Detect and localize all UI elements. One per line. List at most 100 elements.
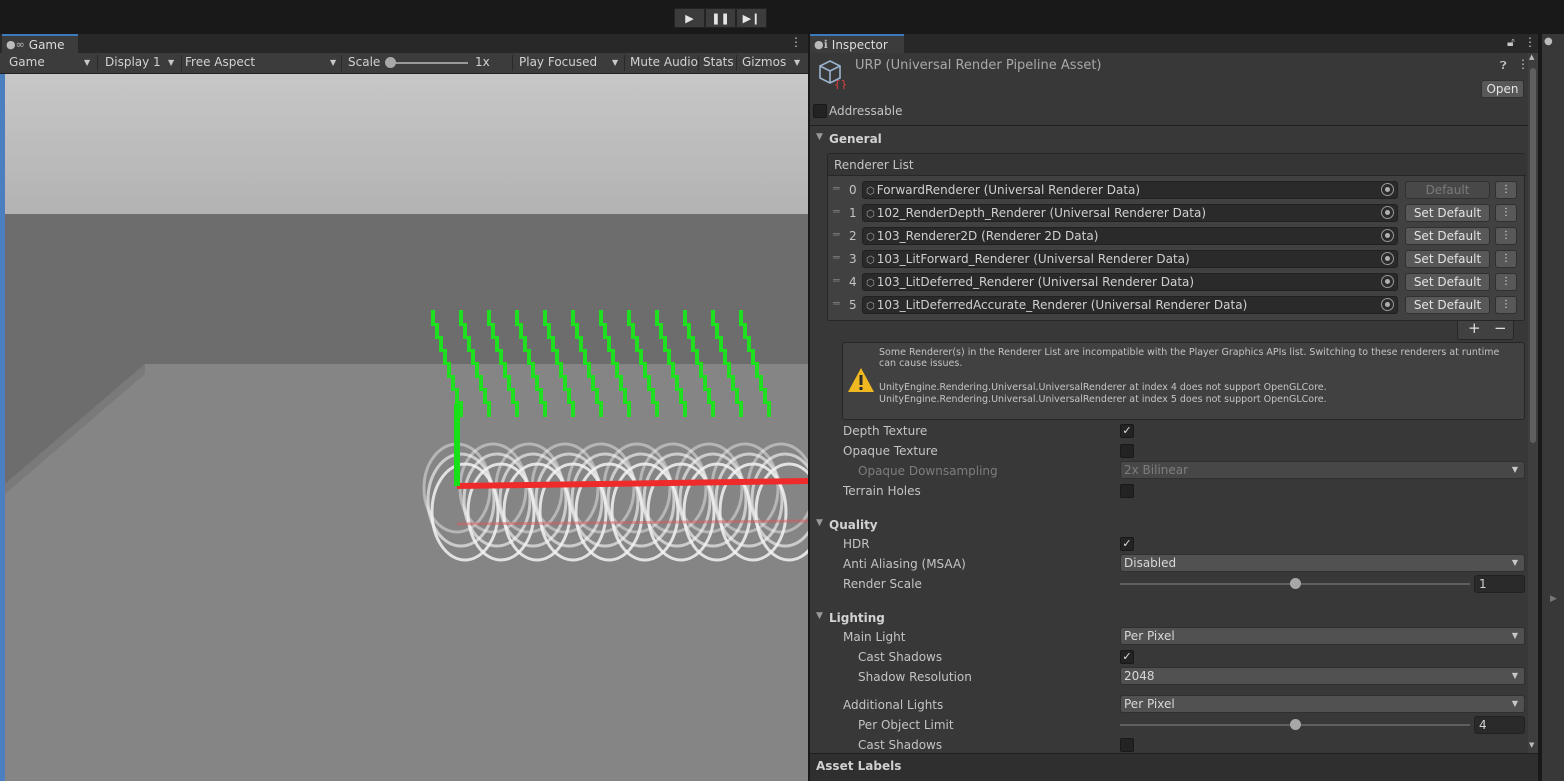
renderer-object-field[interactable]: ⬡ 103_LitDeferred_Renderer (Universal Ren… <box>862 273 1398 291</box>
renderer-object-field[interactable]: ⬡ 102_RenderDepth_Renderer (Universal Ren… <box>862 204 1398 222</box>
display-dropdown[interactable]: Display 1 ▼ <box>105 53 181 73</box>
renderer-menu-icon[interactable]: ⋮ <box>1495 273 1517 291</box>
renderer-data-icon: ⬡ <box>866 255 875 266</box>
renderer-data-icon: ⬡ <box>866 301 875 312</box>
lock-icon[interactable]: 🔓︎ <box>1507 35 1515 50</box>
set-default-button[interactable]: Set Default <box>1405 296 1490 314</box>
gizmos-toggle[interactable]: Gizmos <box>742 53 786 73</box>
main-light-dropdown[interactable]: Per Pixel ▼ <box>1120 627 1525 645</box>
scale-slider-knob[interactable] <box>385 57 396 68</box>
renderer-menu-icon[interactable]: ⋮ <box>1495 250 1517 268</box>
drag-handle-icon[interactable]: ═ <box>833 228 840 241</box>
drag-handle-icon[interactable]: ═ <box>833 297 840 310</box>
help-icon[interactable]: ❓︎ <box>1500 59 1507 73</box>
per-object-limit-field[interactable]: 4 <box>1474 716 1525 734</box>
main-cast-shadows-checkbox[interactable]: ✓ <box>1120 650 1134 664</box>
remove-renderer-button[interactable]: − <box>1494 319 1507 337</box>
addressable-checkbox[interactable] <box>813 104 827 118</box>
set-default-button[interactable]: Set Default <box>1405 227 1490 245</box>
add-renderer-button[interactable]: + <box>1468 319 1481 337</box>
hdr-checkbox[interactable]: ✓ <box>1120 537 1134 551</box>
object-picker-icon[interactable] <box>1381 229 1394 242</box>
scale-slider[interactable] <box>385 57 470 69</box>
shadow-resolution-dropdown[interactable]: 2048 ▼ <box>1120 667 1525 685</box>
set-default-button[interactable]: Set Default <box>1405 250 1490 268</box>
renderer-data-icon: ⬡ <box>866 232 875 243</box>
opaque-texture-label: Opaque Texture <box>843 444 938 458</box>
renderer-menu-icon[interactable]: ⋮ <box>1495 227 1517 245</box>
open-button[interactable]: Open <box>1481 80 1524 98</box>
info-icon: ●ℹ <box>814 38 828 51</box>
scene-render <box>5 74 808 781</box>
section-general[interactable]: ▼ General <box>810 129 1528 151</box>
depth-texture-checkbox[interactable]: ✓ <box>1120 424 1134 438</box>
tab-game[interactable]: ●∞ Game <box>2 34 78 53</box>
warning-line: UnityEngine.Rendering.Universal.Universa… <box>879 382 1327 393</box>
play-icon: ▶ <box>685 11 694 25</box>
drag-handle-icon[interactable]: ═ <box>833 274 840 287</box>
renderer-object-field[interactable]: ⬡ ForwardRenderer (Universal Renderer Dat… <box>862 181 1398 199</box>
stats-toggle[interactable]: Stats <box>703 53 734 73</box>
renderer-object-field[interactable]: ⬡ 103_LitDeferredAccurate_Renderer (Unive… <box>862 296 1398 314</box>
render-scale-slider[interactable] <box>1120 577 1470 591</box>
step-button[interactable]: ▶❙ <box>736 8 767 28</box>
renderer-object-field[interactable]: ⬡ 103_LitForward_Renderer (Universal Rend… <box>862 250 1398 268</box>
set-default-button[interactable]: Set Default <box>1405 204 1490 222</box>
object-picker-icon[interactable] <box>1381 298 1394 311</box>
scroll-down-icon[interactable]: ▼ <box>1529 741 1534 749</box>
render-scale-field[interactable]: 1 <box>1474 575 1525 593</box>
scroll-up-icon[interactable]: ▲ <box>1529 53 1534 61</box>
renderer-name: 103_LitForward_Renderer (Universal Rende… <box>876 252 1190 266</box>
opaque-downsampling-label: Opaque Downsampling <box>858 464 998 478</box>
renderer-menu-icon[interactable]: ⋮ <box>1495 181 1517 199</box>
renderer-row: ═ 5 ⬡ 103_LitDeferredAccurate_Renderer (Uni… <box>828 294 1526 317</box>
main-cast-shadows-label: Cast Shadows <box>858 650 943 664</box>
opaque-texture-checkbox[interactable] <box>1120 444 1134 458</box>
object-picker-icon[interactable] <box>1381 252 1394 265</box>
drag-handle-icon[interactable]: ═ <box>833 205 840 218</box>
renderer-name: ForwardRenderer (Universal Renderer Data… <box>876 183 1141 197</box>
additional-lights-dropdown[interactable]: Per Pixel ▼ <box>1120 695 1525 713</box>
gizmos-menu-icon[interactable]: ▼ <box>794 53 800 73</box>
play-button[interactable]: ▶ <box>674 8 705 28</box>
object-picker-icon[interactable] <box>1381 183 1394 196</box>
terrain-holes-checkbox[interactable] <box>1120 484 1134 498</box>
step-icon: ▶❙ <box>742 11 761 25</box>
side-panel-collapsed[interactable]: ● ▶ <box>1540 34 1564 781</box>
per-object-limit-slider-knob[interactable] <box>1290 719 1301 730</box>
scrollbar-thumb[interactable] <box>1530 68 1536 443</box>
game-viewport[interactable] <box>5 74 808 781</box>
renderer-menu-icon[interactable]: ⋮ <box>1495 204 1517 222</box>
per-object-limit-slider[interactable] <box>1120 718 1470 732</box>
asset-labels-bar[interactable]: Asset Labels <box>810 753 1538 781</box>
floor-platform <box>5 364 808 781</box>
mute-audio-toggle[interactable]: Mute Audio <box>630 53 698 73</box>
renderer-object-field[interactable]: ⬡ 103_Renderer2D (Renderer 2D Data) <box>862 227 1398 245</box>
object-picker-icon[interactable] <box>1381 275 1394 288</box>
tab-inspector[interactable]: ●ℹ Inspector <box>810 34 904 53</box>
drag-handle-icon[interactable]: ═ <box>833 182 840 195</box>
render-scale-slider-knob[interactable] <box>1290 578 1301 589</box>
pause-button[interactable]: ❚❚ <box>705 8 736 28</box>
additional-cast-shadows-checkbox[interactable] <box>1120 738 1134 752</box>
game-menu-icon[interactable]: ⋮ <box>790 35 802 49</box>
inspector-scrollbar[interactable]: ▲ ▼ <box>1528 53 1538 753</box>
aspect-dropdown[interactable]: Free Aspect ▼ <box>185 53 341 73</box>
set-default-button[interactable]: Set Default <box>1405 273 1490 291</box>
asset-menu-icon[interactable]: ⋮ <box>1517 57 1528 71</box>
renderer-index: 4 <box>849 275 857 289</box>
msaa-dropdown[interactable]: Disabled ▼ <box>1120 554 1525 572</box>
object-picker-icon[interactable] <box>1381 206 1394 219</box>
drag-handle-icon[interactable]: ═ <box>833 251 840 264</box>
inspector-menu-icon[interactable]: ⋮ <box>1524 35 1536 49</box>
renderer-menu-icon[interactable]: ⋮ <box>1495 296 1517 314</box>
render-scale-label: Render Scale <box>843 577 922 591</box>
renderer-name: 102_RenderDepth_Renderer (Universal Rend… <box>876 206 1206 220</box>
view-select-dropdown[interactable]: Game ▼ <box>9 53 97 73</box>
expand-arrow-icon[interactable]: ▶ <box>1550 594 1557 604</box>
set-default-button: Default <box>1405 181 1490 199</box>
play-mode-dropdown[interactable]: Play Focused ▼ <box>519 53 623 73</box>
pause-icon: ❚❚ <box>711 11 730 25</box>
section-quality[interactable]: ▼ Quality <box>810 515 1528 537</box>
warning-line: can cause issues. <box>879 358 963 369</box>
